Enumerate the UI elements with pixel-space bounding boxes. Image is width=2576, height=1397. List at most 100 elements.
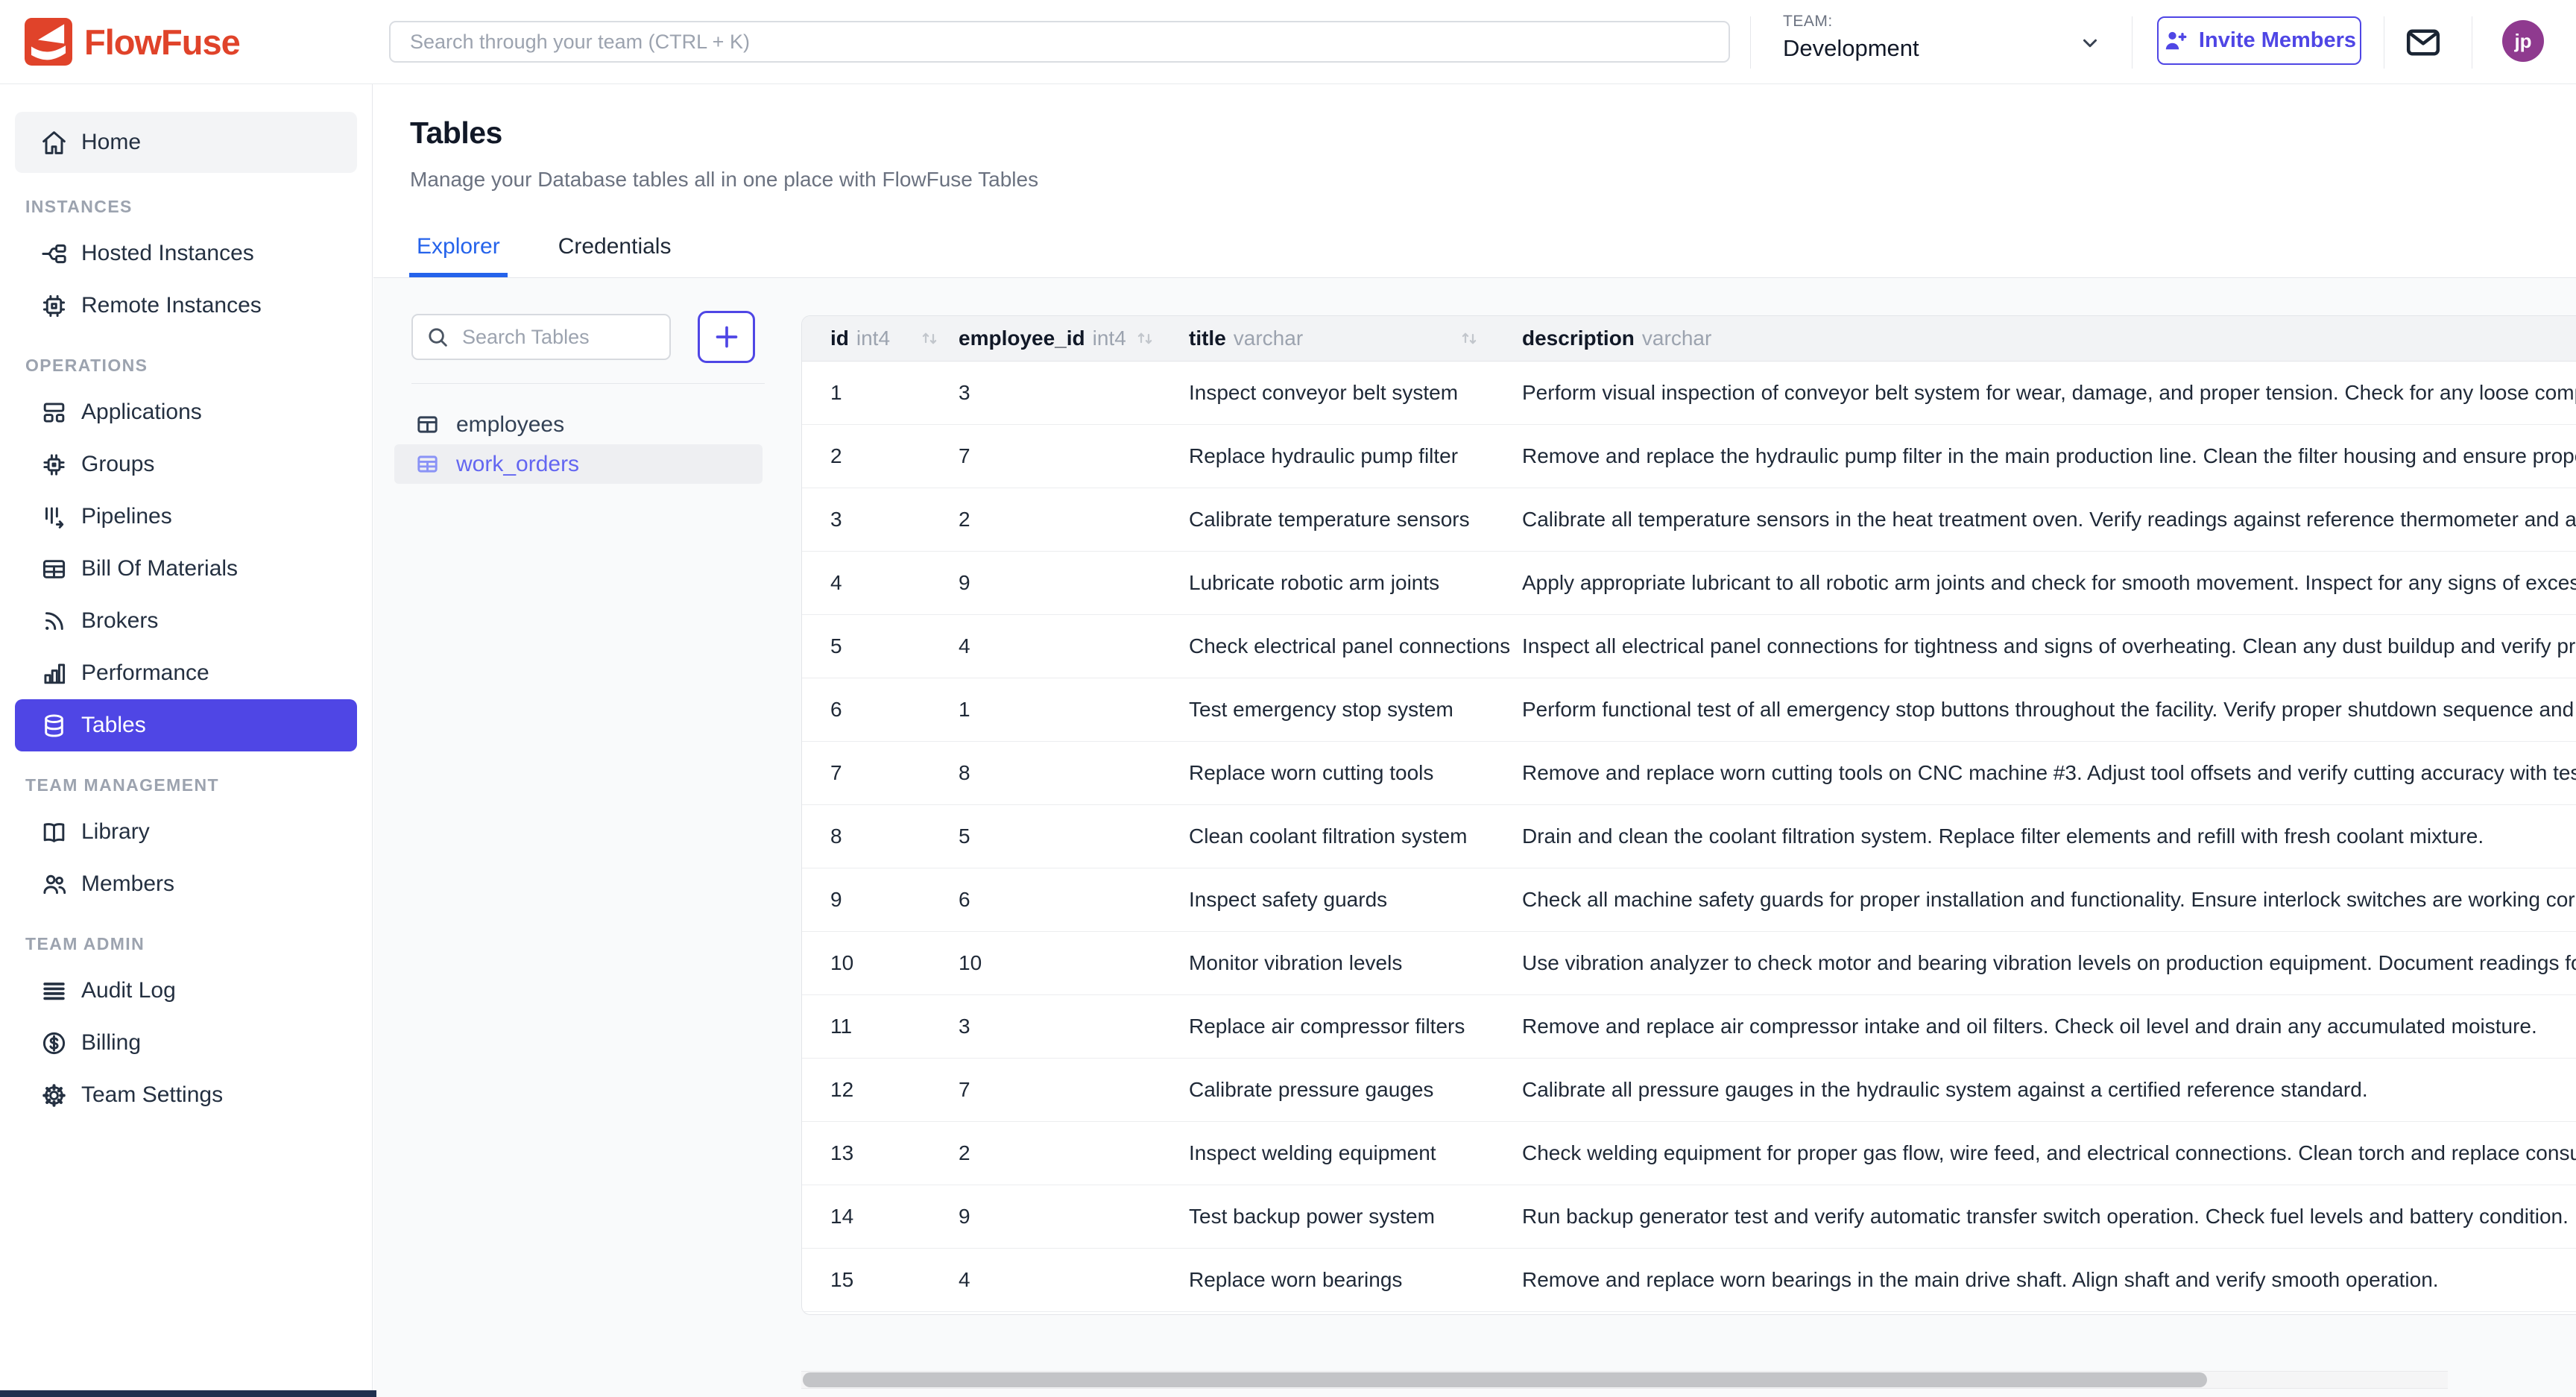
table-row[interactable]: 13 2 Inspect welding equipment Check wel…: [802, 1122, 2576, 1185]
table-row[interactable]: 3 2 Calibrate temperature sensors Calibr…: [802, 488, 2576, 552]
table-row[interactable]: 9 6 Inspect safety guards Check all mach…: [802, 868, 2576, 932]
cell-employee-id: 7: [959, 1078, 1189, 1102]
team-selector[interactable]: TEAM: Development: [1783, 13, 1919, 62]
cell-title: Calibrate pressure gauges: [1189, 1078, 1522, 1102]
cell-id: 7: [802, 761, 959, 785]
cell-id: 5: [802, 634, 959, 658]
table-list-item-work-orders[interactable]: work_orders: [394, 444, 763, 484]
cell-title: Inspect conveyor belt system: [1189, 381, 1522, 405]
table-row[interactable]: 12 7 Calibrate pressure gauges Calibrate…: [802, 1059, 2576, 1122]
chevron-down-icon[interactable]: [2077, 30, 2103, 57]
table-row[interactable]: 7 8 Replace worn cutting tools Remove an…: [802, 742, 2576, 805]
cell-title: Replace worn cutting tools: [1189, 761, 1522, 785]
table-row[interactable]: 6 1 Test emergency stop system Perform f…: [802, 678, 2576, 742]
cell-description: Remove and replace the hydraulic pump fi…: [1522, 444, 2576, 468]
cell-title: Replace air compressor filters: [1189, 1015, 1522, 1038]
avatar-initials: jp: [2514, 30, 2531, 53]
cell-description: Remove and replace worn bearings in the …: [1522, 1268, 2439, 1292]
sidebar-item-bill-of-materials[interactable]: Bill Of Materials: [15, 543, 357, 595]
cell-description: Calibrate all pressure gauges in the hyd…: [1522, 1078, 2368, 1102]
table-row[interactable]: 11 3 Replace air compressor filters Remo…: [802, 995, 2576, 1059]
table-list-item-employees[interactable]: employees: [394, 405, 763, 444]
cell-id: 12: [802, 1078, 959, 1102]
cell-id: 15: [802, 1268, 959, 1292]
data-table: id int4 employee_id int4 title varchar: [801, 315, 2576, 1315]
divider: [1750, 16, 1751, 69]
table-row[interactable]: 1 3 Inspect conveyor belt system Perform…: [802, 362, 2576, 425]
table-row[interactable]: 15 4 Replace worn bearings Remove and re…: [802, 1249, 2576, 1312]
cell-description: Inspect all electrical panel connections…: [1522, 634, 2576, 658]
sidebar-item-audit-log[interactable]: Audit Log: [15, 965, 357, 1017]
table-row[interactable]: 10 10 Monitor vibration levels Use vibra…: [802, 932, 2576, 995]
section-label-operations: OPERATIONS: [25, 356, 347, 376]
sidebar-item-label: Pipelines: [81, 504, 172, 529]
column-header-title: title varchar: [1189, 327, 1522, 350]
sidebar-item-label: Tables: [81, 713, 146, 738]
sidebar-item-remote-instances[interactable]: Remote Instances: [15, 280, 357, 332]
cell-description: Check welding equipment for proper gas f…: [1522, 1141, 2576, 1165]
sidebar-item-label: Team Settings: [81, 1082, 223, 1108]
sidebar-item-label: Groups: [81, 452, 154, 477]
tab-explorer[interactable]: Explorer: [409, 234, 508, 277]
cell-employee-id: 10: [959, 951, 1189, 975]
table-row[interactable]: 4 9 Lubricate robotic arm joints Apply a…: [802, 552, 2576, 615]
sidebar-item-hosted-instances[interactable]: Hosted Instances: [15, 227, 357, 280]
sidebar-item-groups[interactable]: Groups: [15, 438, 357, 491]
flowfuse-logo-icon: [25, 18, 72, 66]
table-row[interactable]: 2 7 Replace hydraulic pump filter Remove…: [802, 425, 2576, 488]
table-body: 1 3 Inspect conveyor belt system Perform…: [802, 362, 2576, 1312]
tab-bar: Explorer Credentials: [409, 234, 678, 277]
sidebar-item-members[interactable]: Members: [15, 858, 357, 910]
sidebar-item-brokers[interactable]: Brokers: [15, 595, 357, 647]
table-row[interactable]: 8 5 Clean coolant filtration system Drai…: [802, 805, 2576, 868]
cell-employee-id: 5: [959, 824, 1189, 848]
cell-description: Drain and clean the coolant filtration s…: [1522, 824, 2484, 848]
sidebar-item-label: Remote Instances: [81, 293, 262, 318]
remote-instances-icon: [40, 292, 68, 320]
column-header-id: id int4: [802, 327, 959, 350]
add-table-button[interactable]: [698, 311, 755, 363]
table-row[interactable]: 14 9 Test backup power system Run backup…: [802, 1185, 2576, 1249]
column-header-description: description varchar: [1522, 327, 2576, 350]
flowfuse-logo[interactable]: FlowFuse: [25, 18, 240, 66]
notifications-button[interactable]: [2403, 22, 2443, 63]
members-icon: [40, 871, 68, 898]
cell-description: Remove and replace worn cutting tools on…: [1522, 761, 2576, 785]
sidebar-item-team-settings[interactable]: Team Settings: [15, 1069, 357, 1121]
cell-title: Check electrical panel connections: [1189, 634, 1522, 658]
sidebar-item-applications[interactable]: Applications: [15, 386, 357, 438]
table-row[interactable]: 5 4 Check electrical panel connections I…: [802, 615, 2576, 678]
cell-employee-id: 2: [959, 508, 1189, 532]
horizontal-scrollbar[interactable]: [801, 1371, 2448, 1389]
tab-credentials[interactable]: Credentials: [551, 234, 679, 277]
sidebar-item-billing[interactable]: Billing: [15, 1017, 357, 1069]
page-subtitle: Manage your Database tables all in one p…: [410, 168, 1038, 192]
page-header: Tables Manage your Database tables all i…: [373, 84, 2576, 278]
cell-id: 8: [802, 824, 959, 848]
mail-icon: [2403, 22, 2443, 63]
user-avatar[interactable]: jp: [2502, 20, 2544, 62]
cell-title: Monitor vibration levels: [1189, 951, 1522, 975]
sidebar-item-home[interactable]: Home: [15, 112, 357, 173]
team-label: TEAM:: [1783, 13, 1919, 31]
sidebar-item-label: Bill Of Materials: [81, 556, 238, 581]
cell-description: Perform functional test of all emergency…: [1522, 698, 2576, 722]
sort-icon[interactable]: [1458, 327, 1480, 350]
sidebar-item-library[interactable]: Library: [15, 806, 357, 858]
sort-icon[interactable]: [1134, 327, 1156, 350]
invite-members-button[interactable]: Invite Members: [2157, 16, 2361, 65]
sidebar-item-performance[interactable]: Performance: [15, 647, 357, 699]
page-title: Tables: [410, 116, 502, 151]
sidebar-item-pipelines[interactable]: Pipelines: [15, 491, 357, 543]
cell-employee-id: 3: [959, 381, 1189, 405]
search-tables-input[interactable]: [411, 314, 671, 360]
cell-employee-id: 3: [959, 1015, 1189, 1038]
global-search-input[interactable]: [389, 21, 1730, 63]
cell-employee-id: 9: [959, 1205, 1189, 1229]
sidebar: Home INSTANCES Hosted Instances Remote I…: [0, 84, 373, 1397]
cell-title: Lubricate robotic arm joints: [1189, 571, 1522, 595]
scrollbar-thumb[interactable]: [803, 1372, 2207, 1387]
sort-icon[interactable]: [918, 327, 941, 350]
sidebar-item-tables[interactable]: Tables: [15, 699, 357, 751]
table-icon: [415, 452, 440, 476]
